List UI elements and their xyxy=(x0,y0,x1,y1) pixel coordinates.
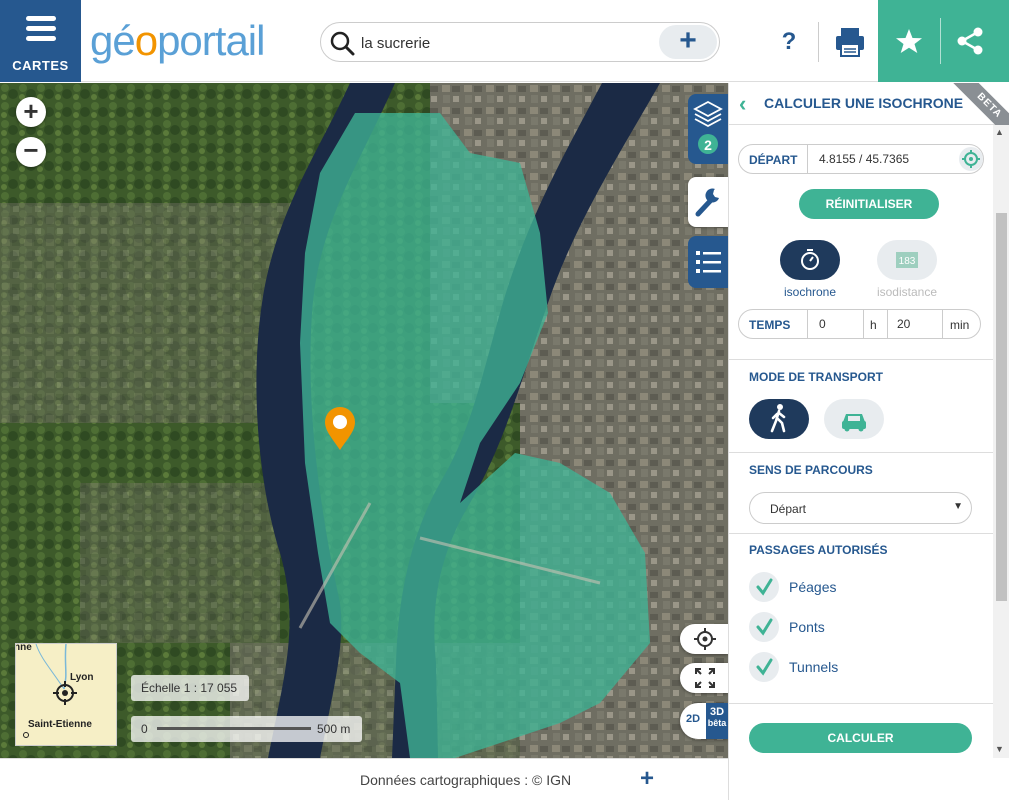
isodistance-mode-label: isodistance xyxy=(876,285,938,299)
svg-text:183: 183 xyxy=(899,256,916,267)
temps-label: TEMPS xyxy=(749,318,791,332)
pedestrian-mode-button[interactable] xyxy=(749,399,809,439)
geoportail-logo[interactable]: géoportail xyxy=(90,16,265,66)
direction-select[interactable]: Départ ▼ xyxy=(749,492,972,524)
help-button[interactable]: ? xyxy=(772,24,806,60)
geolocate-button[interactable] xyxy=(680,624,728,654)
cartes-menu-label: CARTES xyxy=(12,58,69,73)
crosshair-icon xyxy=(694,628,716,650)
checkbox-label: Ponts xyxy=(789,619,825,635)
checkmark-icon xyxy=(749,652,779,682)
direction-selected-value: Départ xyxy=(770,502,807,516)
pick-location-icon[interactable] xyxy=(958,146,984,172)
hours-unit: h xyxy=(870,318,877,332)
checkmark-icon xyxy=(749,572,779,602)
search-bar: + xyxy=(320,22,720,62)
calculate-button[interactable]: CALCULER xyxy=(749,723,972,753)
share-button[interactable] xyxy=(940,0,1009,82)
depart-field: DÉPART xyxy=(738,144,984,174)
layers-icon xyxy=(693,100,723,154)
attribution-expand-button[interactable]: + xyxy=(640,765,654,793)
minutes-unit: min xyxy=(950,318,970,332)
header: CARTES géoportail + ? xyxy=(0,0,1009,82)
location-marker-icon[interactable] xyxy=(322,405,358,451)
header-divider xyxy=(818,22,819,62)
isodistance-mode-button[interactable]: 183 xyxy=(877,240,937,280)
zoom-out-button[interactable]: − xyxy=(16,137,46,167)
panel-header: ‹ CALCULER UNE ISOCHRONE BETA xyxy=(729,83,1009,152)
section-divider xyxy=(729,359,993,360)
depart-coordinates-input[interactable] xyxy=(819,152,949,166)
tools-tab[interactable] xyxy=(688,177,728,227)
reset-button[interactable]: RÉINITIALISER xyxy=(799,189,939,219)
car-mode-button[interactable] xyxy=(824,399,884,439)
search-icon[interactable] xyxy=(329,30,355,56)
transport-section-title: MODE DE TRANSPORT xyxy=(749,370,884,384)
field-divider xyxy=(807,145,808,173)
view-mode-toggle: 2D 3D bêta xyxy=(680,703,728,739)
direction-section-title: SENS DE PARCOURS xyxy=(749,463,873,477)
field-divider xyxy=(807,310,808,338)
search-input[interactable] xyxy=(361,31,641,55)
minimap-label-saint-etienne: Saint-Etienne xyxy=(28,719,92,730)
field-divider xyxy=(887,310,888,338)
back-chevron-icon[interactable]: ‹ xyxy=(739,91,746,117)
section-divider xyxy=(729,533,993,534)
view-3d-button[interactable]: 3D bêta xyxy=(706,703,728,739)
list-icon xyxy=(696,251,721,273)
hamburger-icon xyxy=(26,16,56,42)
print-icon[interactable] xyxy=(830,22,870,62)
scroll-up-arrow[interactable]: ▲ xyxy=(995,127,1004,137)
passages-section-title: PASSAGES AUTORISÉS xyxy=(749,543,888,557)
view-2d-button[interactable]: 2D xyxy=(686,713,700,725)
section-divider xyxy=(729,703,993,704)
hours-input[interactable] xyxy=(819,317,859,331)
minimap-label-lyon: Lyon xyxy=(70,672,94,683)
map-view[interactable]: + − 2 2D 3D bêta nne Lyon Saint-Etienne … xyxy=(0,83,728,758)
scale-bar: 0 500 m xyxy=(131,716,362,742)
checkbox-label: Tunnels xyxy=(789,659,839,675)
fullscreen-icon xyxy=(695,668,715,688)
fullscreen-button[interactable] xyxy=(680,663,728,693)
caret-down-icon: ▼ xyxy=(953,501,963,512)
field-divider xyxy=(942,310,943,338)
isochrone-mode-button[interactable] xyxy=(780,240,840,280)
checkmark-icon xyxy=(749,612,779,642)
layers-count-badge: 2 xyxy=(704,137,712,153)
star-icon xyxy=(896,29,922,53)
cartes-menu-button[interactable]: CARTES xyxy=(0,0,81,82)
wrench-icon xyxy=(695,188,719,217)
panel-scrollbar-thumb[interactable] xyxy=(996,213,1007,601)
advanced-search-plus-button[interactable]: + xyxy=(659,25,717,59)
section-divider xyxy=(729,452,993,453)
favorites-button[interactable] xyxy=(878,0,940,82)
scroll-down-arrow[interactable]: ▼ xyxy=(995,744,1004,754)
scale-bar-end: 500 m xyxy=(317,722,351,736)
scale-bar-line xyxy=(157,727,311,730)
app-root: CARTES géoportail + ? xyxy=(0,0,1009,800)
layers-tab[interactable]: 2 xyxy=(688,94,728,164)
field-divider xyxy=(863,310,864,338)
share-icon xyxy=(957,27,983,55)
walking-person-icon xyxy=(770,404,786,433)
temps-field: TEMPS h min xyxy=(738,309,981,339)
isochrone-panel: ‹ CALCULER UNE ISOCHRONE BETA ▲ ▼ DÉPART… xyxy=(728,83,1009,800)
overview-minimap[interactable]: nne Lyon Saint-Etienne xyxy=(15,643,117,746)
attribution-text: Données cartographiques : © IGN xyxy=(360,772,572,788)
depart-label: DÉPART xyxy=(749,153,798,167)
legend-tab[interactable] xyxy=(688,236,728,288)
stopwatch-icon xyxy=(801,249,819,270)
zoom-in-button[interactable]: + xyxy=(16,97,46,127)
isochrone-mode-label: isochrone xyxy=(783,285,837,299)
scale-bar-start: 0 xyxy=(141,722,148,736)
footer: Données cartographiques : © IGN + xyxy=(0,758,728,800)
minimap-drawing xyxy=(23,644,77,738)
odometer-icon: 183 xyxy=(896,252,918,268)
minutes-input[interactable] xyxy=(897,317,937,331)
scale-label: Échelle 1 : 17 055 xyxy=(131,675,249,701)
car-icon xyxy=(842,414,866,432)
checkbox-label: Péages xyxy=(789,579,837,595)
minimap-label-top: nne xyxy=(15,643,32,653)
panel-title: CALCULER UNE ISOCHRONE xyxy=(764,95,964,111)
